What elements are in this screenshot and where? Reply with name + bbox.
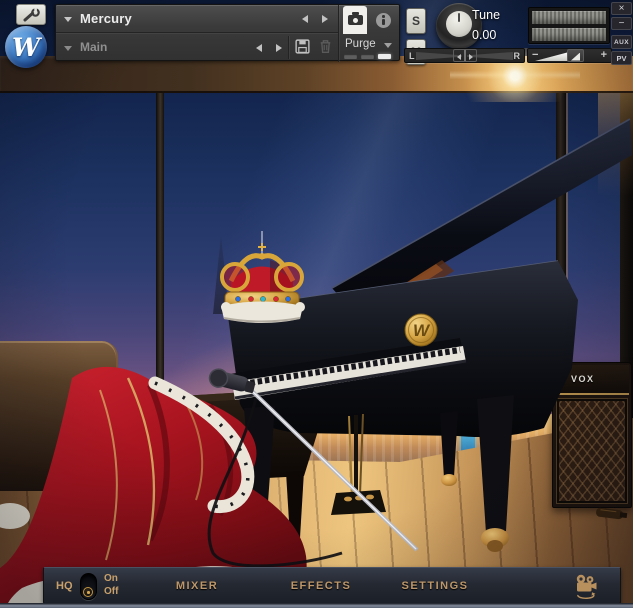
volume-minus[interactable]: − bbox=[532, 49, 538, 61]
next-instrument-arrow[interactable] bbox=[322, 15, 328, 23]
next-group-arrow[interactable] bbox=[276, 44, 282, 52]
tune-value[interactable]: 0.00 bbox=[472, 28, 496, 42]
purge-led bbox=[361, 54, 374, 59]
bottle bbox=[596, 507, 628, 520]
info-tab[interactable] bbox=[371, 6, 395, 34]
volume-handle[interactable] bbox=[567, 49, 584, 62]
aux-button[interactable]: AUX bbox=[611, 35, 632, 49]
pan-right-label: R bbox=[514, 51, 521, 61]
group-row: Main bbox=[56, 33, 338, 62]
prev-instrument-arrow[interactable] bbox=[302, 15, 308, 23]
pv-button[interactable]: PV bbox=[611, 51, 632, 65]
toggle-on-label[interactable]: On bbox=[104, 573, 118, 584]
camera-view-button[interactable] bbox=[573, 573, 599, 599]
minimize-button[interactable]: − bbox=[611, 17, 632, 30]
kontakt-instrument-window: VOX bbox=[0, 0, 633, 608]
pan-left-label: L bbox=[409, 51, 415, 61]
window-bottom-edge bbox=[0, 603, 633, 608]
volume-slider[interactable]: − + bbox=[527, 48, 612, 63]
chevron-down-icon[interactable] bbox=[384, 43, 392, 48]
volume-level-wedge bbox=[535, 52, 569, 61]
floppy-disk-icon bbox=[294, 38, 311, 55]
tune-label: Tune bbox=[472, 8, 500, 22]
wavesfactory-logo: W bbox=[5, 26, 47, 68]
piano-badge-letter: W bbox=[413, 321, 431, 340]
purge-led bbox=[344, 54, 357, 59]
close-button[interactable]: × bbox=[611, 2, 632, 15]
info-icon bbox=[376, 13, 391, 28]
output-level-meters bbox=[528, 7, 610, 44]
hq-toggle-knob bbox=[83, 587, 93, 597]
trash-icon bbox=[317, 38, 334, 55]
tune-knob-cap bbox=[446, 11, 472, 37]
volume-plus[interactable]: + bbox=[601, 49, 607, 61]
snapshot-tab[interactable] bbox=[343, 6, 367, 34]
bottom-navigation-bar: HQ On Off MIXER EFFECTS SETTINGS bbox=[43, 567, 621, 604]
logo-letter: W bbox=[12, 33, 40, 62]
pan-handle[interactable] bbox=[453, 49, 477, 62]
hq-toggle[interactable] bbox=[80, 573, 97, 600]
snapshot-tabs-block: Purge bbox=[338, 5, 401, 62]
purge-menu[interactable]: Purge bbox=[345, 38, 376, 50]
tab-effects[interactable]: EFFECTS bbox=[286, 580, 356, 592]
purge-led bbox=[378, 54, 391, 59]
film-camera-icon bbox=[573, 573, 599, 599]
camera-icon bbox=[348, 15, 363, 25]
wrench-icon bbox=[21, 8, 41, 22]
royal-crown bbox=[221, 231, 305, 323]
group-name: Main bbox=[80, 40, 107, 54]
tab-settings[interactable]: SETTINGS bbox=[400, 580, 470, 592]
scene-artwork: VOX bbox=[0, 0, 633, 608]
tools-button[interactable] bbox=[16, 4, 46, 25]
instrument-row: Mercury bbox=[56, 5, 338, 33]
instrument-collapse-caret[interactable] bbox=[64, 17, 72, 22]
solo-button[interactable]: S bbox=[406, 8, 426, 34]
group-collapse-caret[interactable] bbox=[64, 46, 72, 51]
meter-right-channel bbox=[532, 28, 606, 41]
divider bbox=[288, 36, 289, 59]
meter-left-channel bbox=[532, 11, 606, 24]
instrument-header-panel: Mercury Main bbox=[55, 4, 400, 61]
hq-label: HQ bbox=[56, 580, 73, 592]
prev-group-arrow[interactable] bbox=[256, 44, 262, 52]
toggle-off-label[interactable]: Off bbox=[104, 586, 118, 597]
instrument-name: Mercury bbox=[80, 11, 132, 26]
tab-mixer[interactable]: MIXER bbox=[162, 580, 232, 592]
pan-slider[interactable]: L R bbox=[404, 48, 525, 63]
scene-foreground: W bbox=[0, 0, 633, 608]
